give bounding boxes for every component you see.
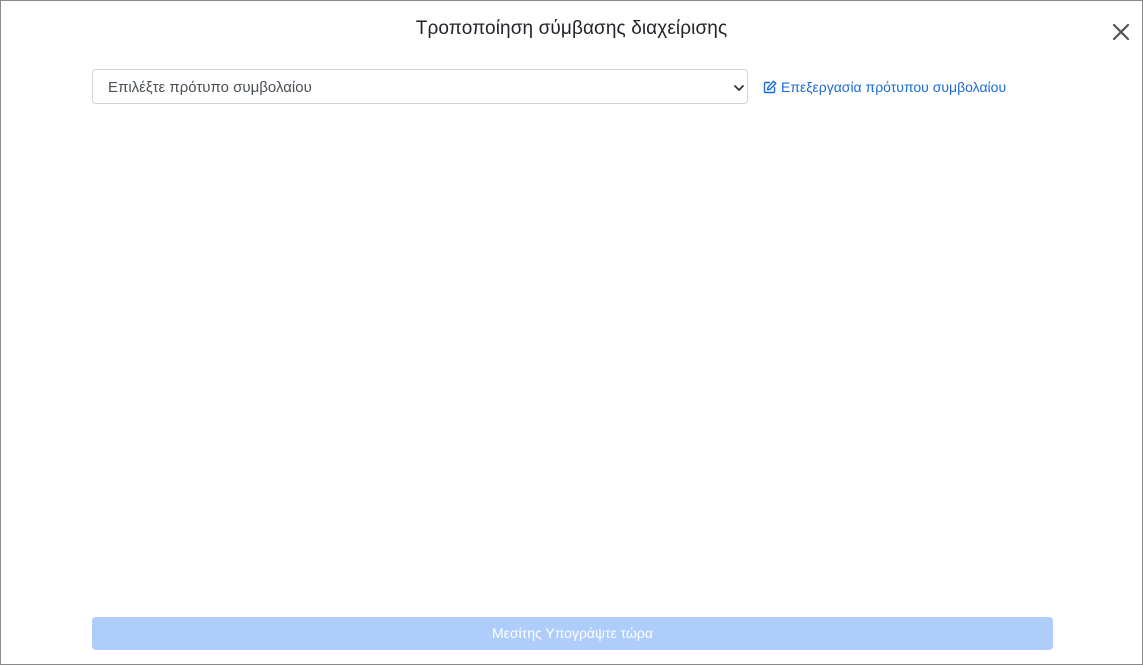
chevron-down-icon: [733, 81, 745, 93]
edit-template-link[interactable]: Επεξεργασία πρότυπου συμβολαίου: [763, 79, 1006, 95]
template-select[interactable]: Επιλέξτε πρότυπο συμβολαίου: [92, 69, 748, 104]
template-select-value: Επιλέξτε πρότυπο συμβολαίου: [108, 79, 312, 96]
modal-title: Τροποποίηση σύμβασης διαχείρισης: [415, 18, 728, 39]
edit-icon: [763, 80, 777, 94]
underlying-page-text-fragment: [191, 659, 351, 664]
close-icon[interactable]: [1111, 22, 1131, 42]
edit-template-link-label: Επεξεργασία πρότυπου συμβολαίου: [781, 79, 1007, 95]
broker-sign-now-button[interactable]: Μεσίτης Υπογράψτε τώρα: [92, 617, 1053, 650]
modal-dialog: Τροποποίηση σύμβασης διαχείρισης Επιλέξτ…: [0, 0, 1143, 665]
